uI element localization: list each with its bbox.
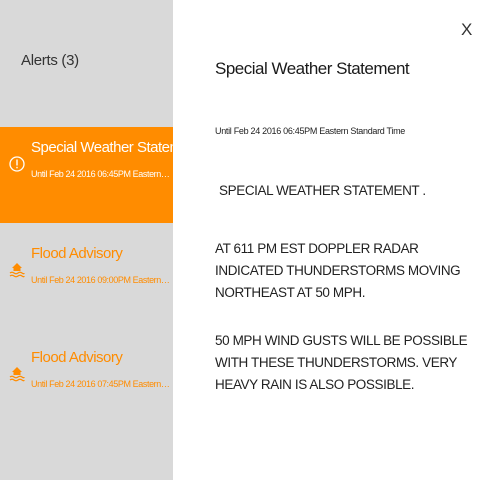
alert-title: Special Weather Statement [31, 139, 201, 156]
info-circle-icon [9, 156, 25, 172]
alerts-count-header: Alerts (3) [21, 52, 79, 69]
alert-subtitle: Until Feb 24 2016 07:45PM Eastern Standa… [31, 379, 171, 389]
detail-paragraph: SPECIAL WEATHER STATEMENT . [219, 183, 426, 198]
alert-title: Flood Advisory [31, 245, 123, 262]
detail-paragraph: AT 611 PM EST DOPPLER RADAR INDICATED TH… [215, 241, 461, 300]
alert-subtitle: Until Feb 24 2016 09:00PM Eastern Standa… [31, 275, 171, 285]
alert-item-flood-advisory-1[interactable]: Flood Advisory Until Feb 24 2016 09:00PM… [0, 233, 173, 329]
alerts-sidebar: Alerts (3) Special Weather Statement Unt… [0, 0, 201, 480]
alert-item-flood-advisory-2[interactable]: Flood Advisory Until Feb 24 2016 07:45PM… [0, 337, 173, 433]
alert-subtitle: Until Feb 24 2016 06:45PM Eastern Standa… [31, 169, 171, 179]
detail-time: Until Feb 24 2016 06:45PM Eastern Standa… [215, 126, 406, 136]
alert-title: Flood Advisory [31, 349, 123, 366]
detail-paragraph: 50 MPH WIND GUSTS WILL BE POSSIBLE WITH … [215, 333, 468, 392]
close-button[interactable]: X [461, 20, 472, 40]
flood-icon [9, 262, 25, 278]
detail-title: Special Weather Statement [215, 59, 410, 78]
flood-icon [9, 366, 25, 382]
alert-item-special-weather-statement[interactable]: Special Weather Statement Until Feb 24 2… [0, 127, 201, 223]
